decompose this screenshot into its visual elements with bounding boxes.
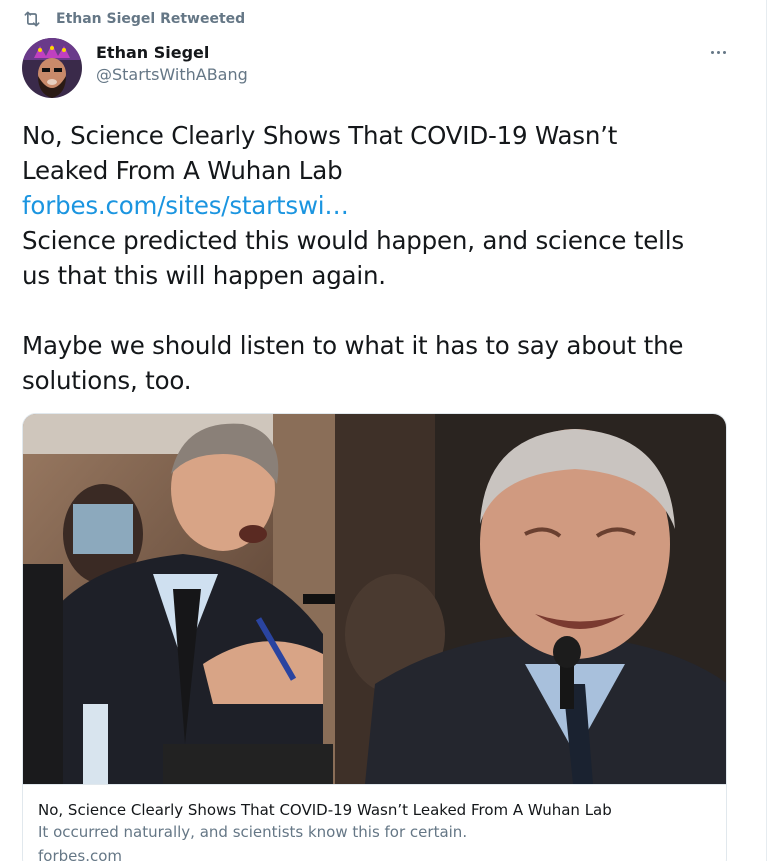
- retweet-header[interactable]: Ethan Siegel Retweeted: [22, 8, 245, 30]
- tweet-text-line: Science predicted this would happen, and…: [22, 226, 684, 255]
- tweet-text-line: No, Science Clearly Shows That COVID-19 …: [22, 121, 618, 150]
- card-body[interactable]: No, Science Clearly Shows That COVID-19 …: [23, 784, 726, 861]
- more-options-icon: [709, 50, 727, 54]
- card-photo-right: [335, 414, 726, 784]
- retweet-icon: [24, 11, 40, 27]
- avatar-photo: [22, 38, 82, 98]
- card-title[interactable]: No, Science Clearly Shows That COVID-19 …: [38, 799, 726, 821]
- author-info[interactable]: Ethan Siegel @StartsWithABang: [96, 42, 248, 86]
- tweet-text-line: us that this will happen again.: [22, 261, 386, 290]
- author-display-name[interactable]: Ethan Siegel: [96, 42, 248, 64]
- link-preview-card[interactable]: No, Science Clearly Shows That COVID-19 …: [22, 413, 727, 861]
- card-description: It occurred naturally, and scientists kn…: [38, 823, 468, 841]
- tweet-container: Ethan Siegel Retweeted Ethan Siegel @Sta…: [0, 0, 767, 861]
- card-domain: forbes.com: [38, 847, 122, 861]
- avatar[interactable]: [22, 38, 82, 98]
- card-image[interactable]: [23, 414, 726, 784]
- tweet-text-line: solutions, too.: [22, 366, 192, 395]
- author-handle[interactable]: @StartsWithABang: [96, 64, 248, 86]
- card-photo-left: [23, 414, 335, 784]
- tweet-link[interactable]: forbes.com/sites/startswi…: [22, 188, 742, 223]
- tweet-text-line: Maybe we should listen to what it has to…: [22, 331, 684, 360]
- tweet-text-line: Leaked From A Wuhan Lab: [22, 156, 343, 185]
- more-options-button[interactable]: [706, 40, 730, 64]
- tweet-text: No, Science Clearly Shows That COVID-19 …: [22, 118, 742, 398]
- retweet-label[interactable]: Ethan Siegel Retweeted: [56, 11, 245, 27]
